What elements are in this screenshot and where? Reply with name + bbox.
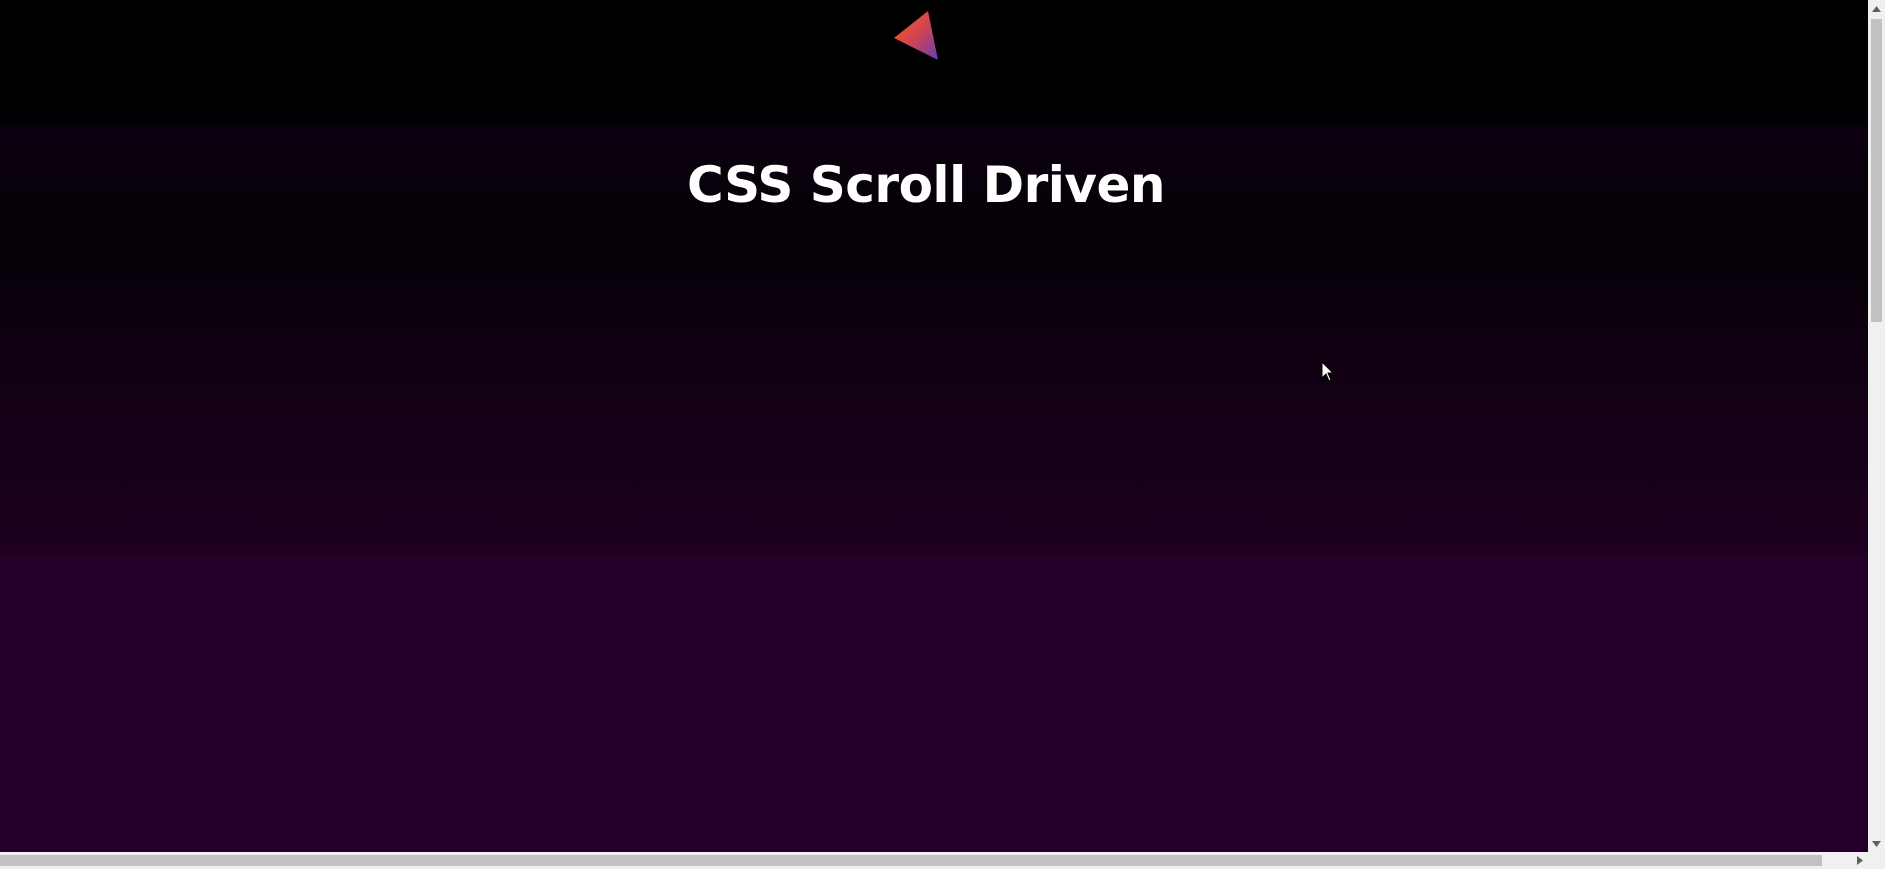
scrollbar-corner xyxy=(1868,852,1885,869)
browser-page: CSS Scroll Driven xyxy=(0,0,1885,869)
vertical-scrollbar-thumb[interactable] xyxy=(1871,19,1882,322)
page-title: CSS Scroll Driven xyxy=(686,156,1166,214)
horizontal-scrollbar[interactable] xyxy=(0,852,1868,869)
mouse-pointer-icon xyxy=(1321,361,1335,382)
triangle-logo-icon xyxy=(894,11,938,60)
horizontal-scrollbar-thumb[interactable] xyxy=(0,855,1822,866)
vertical-scrollbar[interactable] xyxy=(1868,0,1885,852)
page-viewport: CSS Scroll Driven xyxy=(0,0,1868,852)
arrow-up-icon[interactable] xyxy=(1868,0,1885,17)
arrow-down-icon[interactable] xyxy=(1868,835,1885,852)
arrow-right-icon[interactable] xyxy=(1851,852,1868,869)
